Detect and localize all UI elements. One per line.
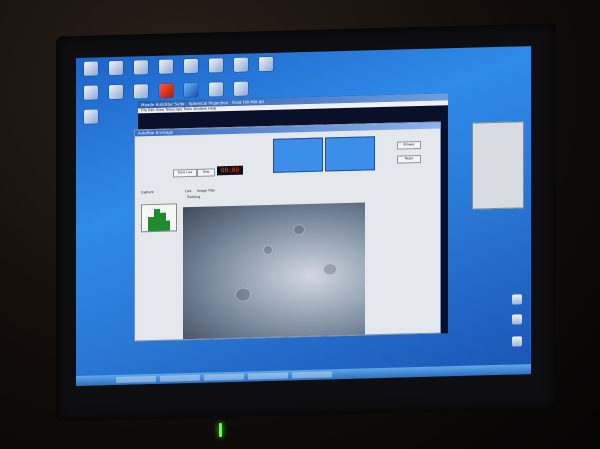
desktop-icon-8[interactable] — [259, 56, 273, 72]
browse-button[interactable]: Browse — [397, 140, 421, 150]
capture-window[interactable]: AutoStar Envisage 00:00 Start Live Stop … — [134, 121, 441, 342]
tracking-label: Tracking — [187, 194, 201, 200]
blue-panel-2 — [325, 136, 375, 172]
filezilla-icon[interactable] — [159, 83, 173, 98]
taskbar-item[interactable] — [160, 374, 200, 382]
desktop-icon-right-1[interactable] — [512, 294, 522, 305]
bluetooth-icon[interactable] — [184, 82, 198, 98]
taskbar-item[interactable] — [248, 372, 288, 380]
desktop-icon-6[interactable] — [209, 58, 223, 73]
telescope-control-panel[interactable] — [472, 121, 524, 210]
desktop-icon-9[interactable] — [84, 85, 98, 100]
desktop-icon-2[interactable] — [109, 60, 123, 76]
monitor: Meade AutoStar Suite - Spherical Project… — [56, 23, 556, 422]
taskbar — [76, 364, 531, 387]
taskbar-item[interactable] — [204, 373, 244, 381]
desktop-icon-5[interactable] — [184, 58, 198, 74]
histogram-bar — [166, 220, 170, 231]
desktop-icon-7[interactable] — [234, 57, 248, 72]
taskbar-item[interactable] — [116, 375, 156, 383]
crater — [235, 287, 251, 302]
start-live-button[interactable]: Start Live — [173, 168, 197, 178]
blue-panel-1 — [273, 137, 323, 173]
desktop-icon-11[interactable] — [134, 84, 148, 99]
desktop-icon-1[interactable] — [84, 61, 98, 76]
histogram — [141, 203, 177, 233]
desktop-icon-14[interactable] — [209, 82, 223, 97]
desktop-icon-4[interactable] — [159, 59, 173, 74]
desktop-icon-16[interactable] — [84, 109, 98, 124]
desktop-icon-3[interactable] — [134, 60, 148, 75]
taskbar-item[interactable] — [292, 371, 332, 379]
tab-image-title[interactable]: Image Title — [197, 188, 215, 192]
desktop-icon-10[interactable] — [109, 84, 123, 100]
exposure-timer: 00:00 — [217, 165, 243, 176]
power-led — [219, 423, 222, 437]
moon-image[interactable] — [183, 202, 365, 340]
crater — [323, 263, 337, 276]
desktop-icon-right-2[interactable] — [512, 314, 522, 325]
stop-button[interactable]: Stop — [197, 168, 215, 177]
desktop-icon-right-3[interactable] — [512, 336, 522, 347]
reset-button[interactable]: Reset — [397, 154, 421, 164]
crater — [293, 224, 305, 236]
desktop-icon-15[interactable] — [234, 81, 248, 96]
tab-capture[interactable]: Capture — [141, 190, 154, 194]
tab-live[interactable]: Live — [185, 189, 192, 193]
crater — [263, 244, 273, 256]
desktop-screen: Meade AutoStar Suite - Spherical Project… — [76, 46, 531, 387]
